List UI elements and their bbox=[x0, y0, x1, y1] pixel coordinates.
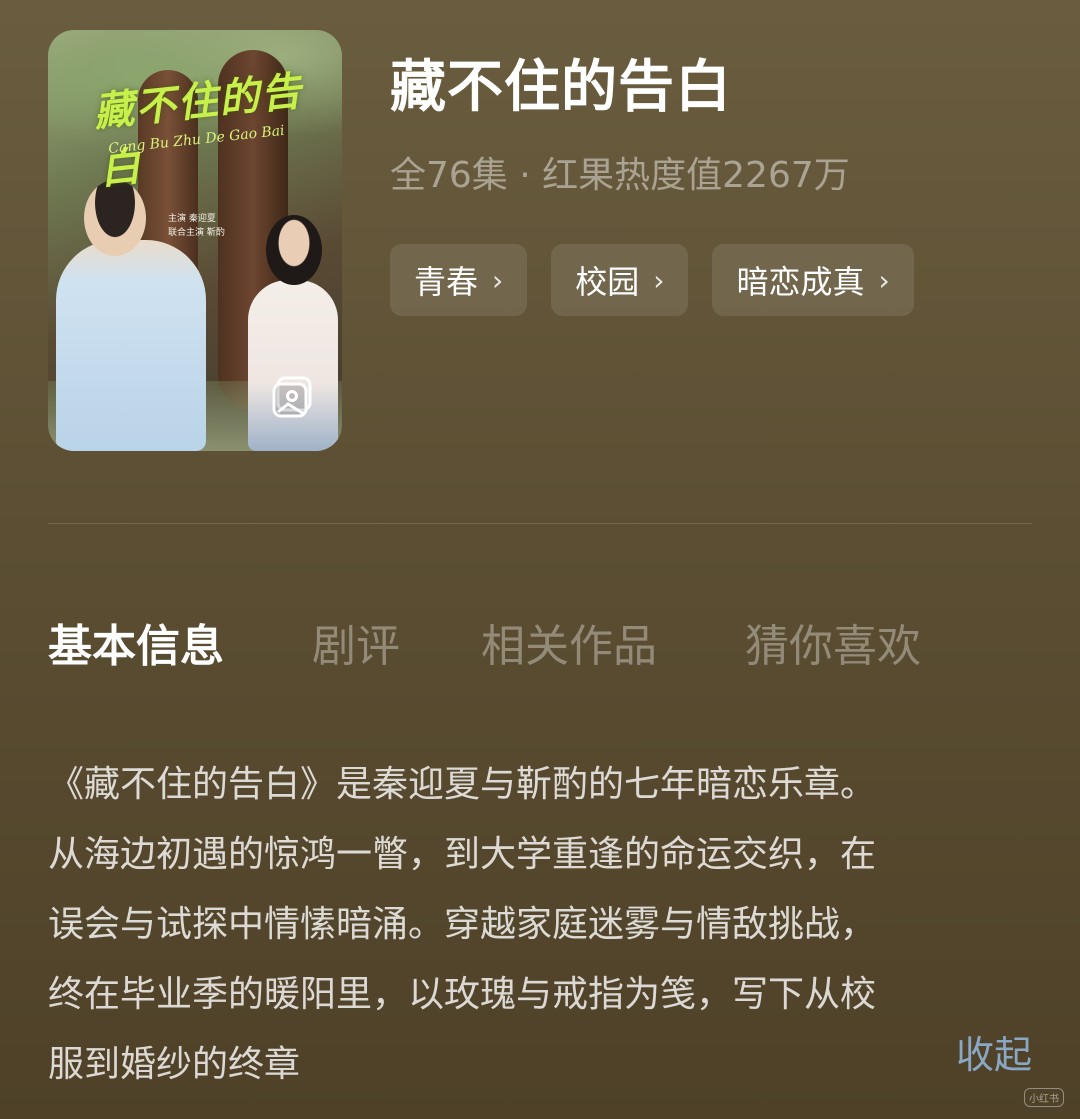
synopsis-line: 从海边初遇的惊鸿一瞥，到大学重逢的命运交织，在 bbox=[48, 834, 877, 875]
poster-female-lead bbox=[248, 280, 338, 451]
synopsis-line: 终在毕业季的暖阳里，以玫瑰与戒指为笺，写下从校 bbox=[48, 974, 877, 1015]
tab-basic-info[interactable]: 基本信息 bbox=[48, 610, 224, 674]
synopsis-line: 误会与试探中情愫暗涌。穿越家庭迷雾与情敌挑战， bbox=[48, 904, 877, 945]
poster-credit-line: 联合主演 靳酌 bbox=[168, 228, 225, 238]
section-divider bbox=[48, 523, 1032, 524]
show-meta: 全76集 · 红果热度值2267万 bbox=[390, 155, 850, 196]
chevron-right-icon: › bbox=[878, 263, 890, 297]
poster-credits: 主演 秦迎夏 联合主演 靳酌 bbox=[168, 212, 225, 240]
tag-label: 青春 bbox=[414, 263, 479, 301]
tab-reviews[interactable]: 剧评 bbox=[312, 610, 400, 674]
synopsis-line: 服到婚纱的终章 bbox=[48, 1044, 301, 1085]
poster-credit-line: 主演 秦迎夏 bbox=[168, 214, 216, 224]
tag-label: 暗恋成真 bbox=[736, 263, 865, 301]
chevron-right-icon: › bbox=[653, 263, 665, 297]
tab-recommendations[interactable]: 猜你喜欢 bbox=[745, 610, 921, 674]
collapse-button[interactable]: 收起 bbox=[956, 1024, 1032, 1079]
gallery-icon[interactable] bbox=[270, 374, 316, 420]
watermark-badge: 小红书 bbox=[1024, 1088, 1064, 1107]
tag-label: 校园 bbox=[575, 263, 640, 301]
synopsis: 《藏不住的告白》是秦迎夏与靳酌的七年暗恋乐章。 从海边初遇的惊鸿一瞥，到大学重逢… bbox=[48, 750, 1032, 1100]
show-title: 藏不住的告白 bbox=[390, 55, 732, 120]
tag-anlian[interactable]: 暗恋成真 › bbox=[712, 244, 914, 316]
poster-female-lead-head bbox=[266, 215, 322, 285]
genre-tags: 青春 › 校园 › 暗恋成真 › bbox=[390, 244, 914, 316]
poster-male-lead bbox=[56, 240, 206, 451]
tag-qingchun[interactable]: 青春 › bbox=[390, 244, 528, 316]
tab-related-works[interactable]: 相关作品 bbox=[481, 610, 657, 674]
poster-image[interactable]: 藏不住的告白 Cang Bu Zhu De Gao Bai 主演 秦迎夏 联合主… bbox=[48, 30, 342, 451]
tag-xiaoyuan[interactable]: 校园 › bbox=[551, 244, 689, 316]
chevron-right-icon: › bbox=[492, 263, 504, 297]
poster-title-art: 藏不住的告白 bbox=[91, 67, 306, 194]
synopsis-line: 《藏不住的告白》是秦迎夏与靳酌的七年暗恋乐章。 bbox=[48, 764, 877, 805]
